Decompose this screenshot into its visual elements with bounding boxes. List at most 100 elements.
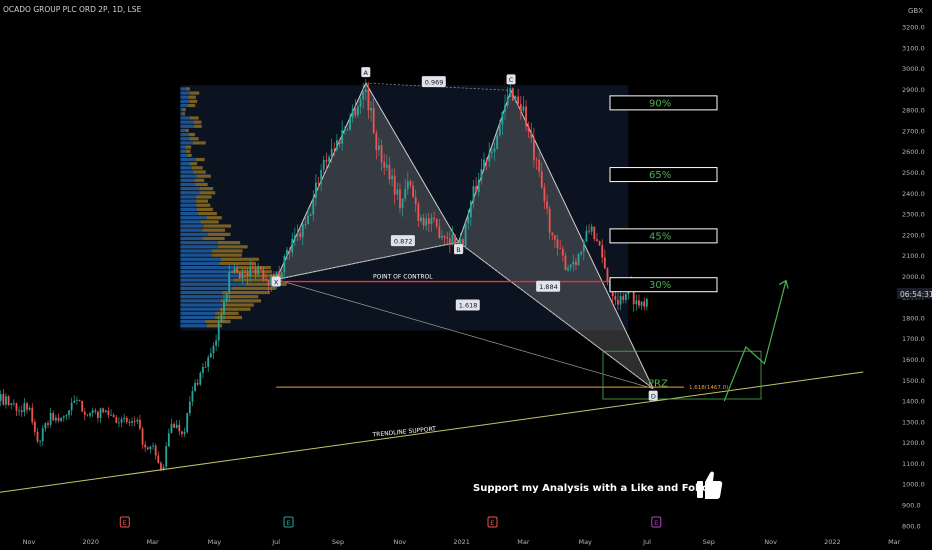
ratio-label: 0.969 [425, 78, 444, 86]
prz-label: PRZ [648, 379, 668, 390]
candle-body [249, 268, 252, 277]
volume-bar-down [222, 303, 254, 307]
candle-body [525, 106, 527, 127]
candle-body [601, 245, 604, 258]
candle-body [511, 88, 514, 101]
candle-body [341, 130, 344, 144]
candle-body [477, 179, 480, 193]
candle-body [554, 235, 556, 240]
x-tick-label: Nov [764, 538, 777, 546]
candle-body [645, 298, 648, 307]
x-tick-label: Mar [517, 538, 530, 546]
candle-body [514, 96, 517, 101]
volume-bar-down [198, 211, 217, 216]
candle-body [490, 151, 493, 154]
point-label-b: B [456, 246, 460, 254]
candle-body [288, 249, 291, 253]
candle-body [357, 106, 359, 116]
event-marker-label: E [123, 519, 127, 527]
candle-body [149, 446, 152, 450]
candle-body [307, 215, 309, 225]
candle-body [7, 396, 10, 405]
volume-bar-up [180, 270, 233, 274]
y-tick-label: 2900.0 [902, 86, 925, 94]
candle-body [280, 272, 283, 275]
x-tick-label: Mar [146, 538, 159, 546]
candle-body [244, 272, 246, 273]
candle-body [640, 301, 643, 306]
candle-body [125, 417, 128, 422]
volume-bar-down [186, 87, 190, 91]
volume-bar-down [199, 191, 216, 195]
candle-body [133, 421, 136, 422]
volume-bar-up [180, 178, 195, 182]
candle-body [535, 159, 538, 161]
candle-body [388, 164, 391, 180]
volume-bar-up [180, 95, 189, 99]
x-tick-label: Jul [271, 538, 280, 546]
volume-bar-down [188, 133, 195, 137]
candle-body [262, 269, 265, 279]
candle-body [115, 417, 118, 423]
candle-body [81, 401, 84, 412]
candle-body [399, 189, 401, 209]
volume-bar-up [180, 249, 213, 253]
candle-body [351, 108, 354, 118]
candle-body [254, 268, 257, 275]
candle-body [577, 253, 580, 266]
volume-bar-up [180, 253, 212, 257]
volume-bar-down [185, 145, 192, 149]
candle-body [328, 157, 330, 162]
candle-body [556, 239, 559, 249]
candle-body [333, 148, 336, 150]
volume-bar-down [189, 137, 199, 141]
chart-stage: TRENDLINE SUPPORT POINT OF CONTROL 1.618(1… [0, 0, 932, 550]
ratio-label: 0.872 [394, 237, 413, 245]
candle-body [86, 414, 89, 416]
candle-body [425, 218, 428, 226]
candle-body [278, 271, 281, 275]
candle-body [448, 238, 451, 246]
candle-body [128, 421, 131, 423]
candle-body [596, 239, 598, 242]
candle-body [204, 366, 207, 368]
volume-bar-up [180, 311, 216, 315]
candle-body [199, 372, 202, 385]
candlestick-chart: TRENDLINE SUPPORTPOINT OF CONTROL1.618(1… [0, 0, 932, 550]
volume-bar-up [180, 87, 187, 91]
candle-body [409, 181, 412, 186]
x-tick-label: 2022 [824, 538, 841, 546]
candle-body [464, 223, 467, 247]
candle-body [60, 417, 63, 421]
candle-body [181, 431, 183, 434]
volume-bar-down [200, 220, 219, 224]
volume-bar-up [180, 307, 220, 311]
volume-bar-down [193, 170, 206, 174]
candle-body [26, 403, 28, 410]
candle-body [433, 217, 435, 219]
candle-body [167, 433, 170, 447]
candle-body [41, 428, 44, 442]
y-tick-label: 1500.0 [902, 377, 925, 385]
candle-body [178, 424, 181, 432]
candle-body [15, 403, 18, 411]
volume-bar-up [180, 228, 203, 232]
y-tick-label: 1100.0 [902, 460, 925, 468]
time-axis[interactable]: Nov 2020 Mar May Jul Sep Nov 2021 Mar May Jul Sep No… [23, 538, 901, 546]
candle-body [209, 353, 212, 358]
candle-body [49, 412, 52, 425]
candle-body [504, 105, 506, 112]
volume-bar-up [180, 137, 190, 141]
candle-body [317, 182, 320, 184]
volume-bar-up [180, 241, 218, 245]
candle-body [257, 267, 260, 275]
volume-bar-up [180, 203, 197, 207]
volume-bar-up [180, 290, 222, 295]
volume-bar-down [202, 228, 226, 232]
ratio-label: 1.884 [539, 283, 558, 291]
candle-body [54, 417, 57, 421]
candle-body [561, 248, 564, 256]
candle-body [241, 272, 244, 279]
x-tick-label: Mar [888, 538, 901, 546]
volume-bar-down [220, 257, 259, 261]
